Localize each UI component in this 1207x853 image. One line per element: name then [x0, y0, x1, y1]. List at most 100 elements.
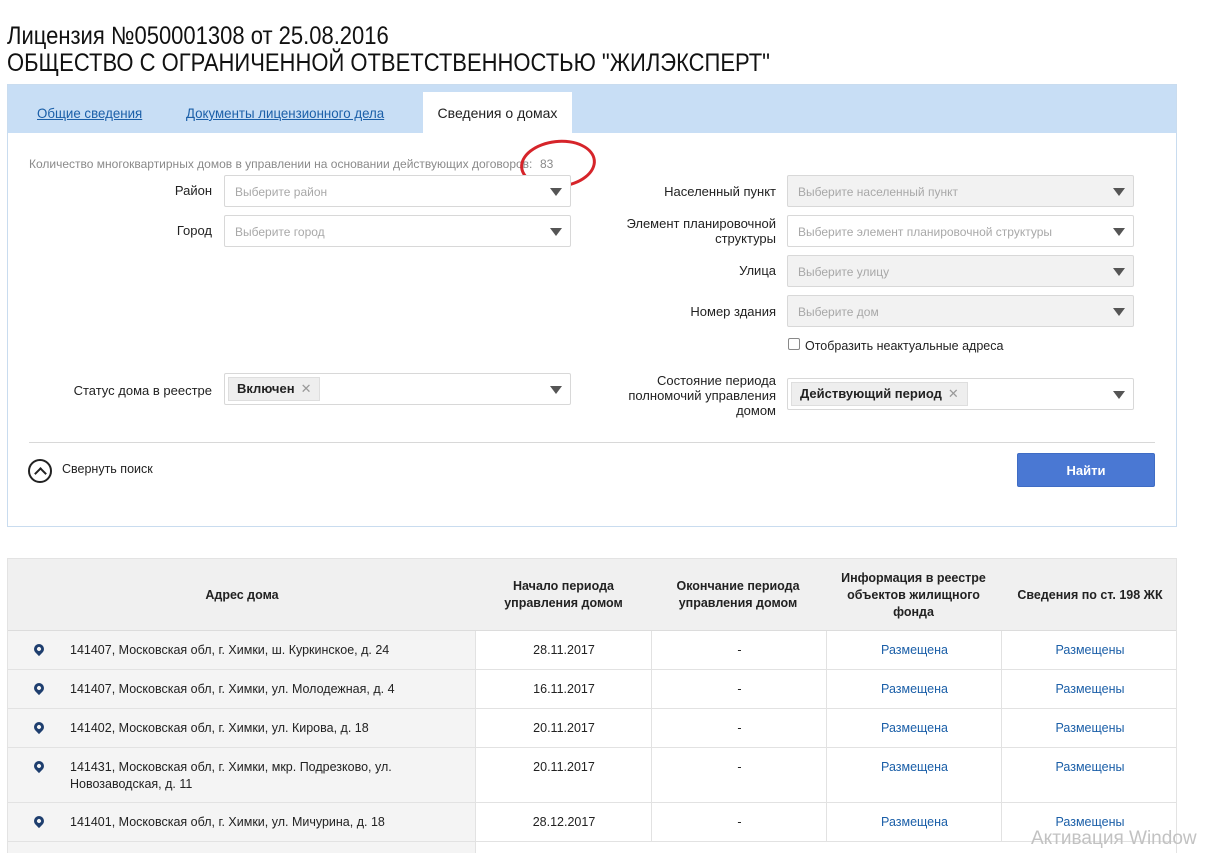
end-date: -	[737, 760, 742, 774]
chevron-down-icon	[1113, 228, 1125, 236]
end-date: -	[737, 682, 742, 696]
tab-general[interactable]: Общие сведения	[37, 105, 142, 121]
start-date: 28.12.2017	[532, 815, 596, 829]
tab-houses[interactable]: Сведения о домах	[423, 92, 572, 134]
collapse-search-link[interactable]: Свернуть поиск	[62, 462, 153, 476]
show-inactive-label: Отобразить неактуальные адреса	[805, 339, 1004, 353]
end-date: -	[737, 643, 742, 657]
search-panel: Общие сведения Документы лицензионного д…	[7, 84, 1177, 527]
show-inactive-checkbox[interactable]	[788, 338, 800, 350]
chevron-down-icon	[1113, 391, 1125, 399]
period-state-label: Состояние периода полномочий управления …	[628, 373, 776, 418]
find-button[interactable]: Найти	[1017, 453, 1155, 487]
planning-label: Элемент планировочной структуры	[626, 216, 776, 246]
period-state-tag[interactable]: Действующий период ✕	[791, 382, 968, 406]
close-icon[interactable]: ✕	[948, 386, 959, 401]
street-placeholder: Выберите улицу	[798, 265, 890, 279]
windows-activation-watermark: Активация Window	[1031, 828, 1197, 849]
period-state-tag-label: Действующий период	[800, 386, 942, 401]
building-label: Номер здания	[690, 304, 776, 319]
organization-name: ОБЩЕСТВО С ОГРАНИЧЕННОЙ ОТВЕТСТВЕННОСТЬЮ…	[7, 49, 770, 77]
end-date: -	[737, 815, 742, 829]
table-row: 141431, Московская обл, г. Химки, мкр. П…	[8, 748, 1176, 803]
street-label: Улица	[739, 263, 776, 278]
chevron-down-icon	[1113, 268, 1125, 276]
registry-link[interactable]: Размещена	[827, 814, 1002, 831]
page-title: Лицензия №050001308 от 25.08.2016 ОБЩЕСТ…	[7, 23, 770, 77]
art198-link[interactable]: Размещены	[1002, 642, 1176, 659]
tab-license-documents[interactable]: Документы лицензионного дела	[186, 105, 384, 121]
column-header-end: Окончание периода управления домом	[676, 579, 800, 610]
table-row: 141407, Московская обл, г. Химки, ул. Мо…	[8, 670, 1176, 709]
address-cell: 141407, Московская обл, г. Химки, ш. Кур…	[8, 631, 476, 669]
start-date: 20.11.2017	[533, 721, 595, 735]
art198-link[interactable]: Размещены	[1002, 720, 1176, 737]
address-text: 141407, Московская обл, г. Химки, ш. Кур…	[70, 643, 390, 657]
city-select[interactable]: Выберите город	[224, 215, 571, 247]
status-label: Статус дома в реестре	[73, 383, 212, 398]
tab-bar: Общие сведения Документы лицензионного д…	[8, 85, 1176, 134]
registry-link[interactable]: Размещена	[827, 759, 1002, 776]
map-pin-icon[interactable]	[31, 813, 47, 829]
address-cell: 141407, Московская обл, г. Химки, ул. Мо…	[8, 670, 476, 708]
table-row: 141407, Московская обл, г. Химки, ш. Кур…	[8, 631, 1176, 670]
houses-table: Адрес дома Начало периода управления дом…	[7, 558, 1177, 853]
start-date: 28.11.2017	[533, 643, 595, 657]
address-text: 141431, Московская обл, г. Химки, мкр. П…	[70, 760, 392, 791]
building-placeholder: Выберите дом	[798, 305, 879, 319]
settlement-placeholder: Выберите населенный пункт	[798, 185, 958, 199]
address-cell	[8, 842, 476, 853]
end-date: -	[737, 721, 742, 735]
status-select[interactable]: Включен ✕	[224, 373, 571, 405]
column-header-start: Начало периода управления домом	[504, 579, 623, 610]
houses-count-value: 83	[540, 157, 554, 171]
status-tag[interactable]: Включен ✕	[228, 377, 321, 401]
table-row: 141402, Московская обл, г. Химки, ул. Ки…	[8, 709, 1176, 748]
registry-link[interactable]: Размещена	[827, 720, 1002, 737]
district-label: Район	[174, 183, 212, 198]
map-pin-icon[interactable]	[31, 758, 47, 774]
map-pin-icon[interactable]	[31, 680, 47, 696]
registry-link[interactable]: Размещена	[827, 642, 1002, 659]
close-icon[interactable]: ✕	[301, 381, 312, 396]
map-pin-icon[interactable]	[31, 641, 47, 657]
status-tag-label: Включен	[237, 381, 295, 396]
map-pin-icon[interactable]	[31, 719, 47, 735]
registry-link[interactable]: Размещена	[827, 681, 1002, 698]
street-select[interactable]: Выберите улицу	[787, 255, 1134, 287]
table-header: Адрес дома Начало периода управления дом…	[8, 559, 1176, 631]
address-text: 141402, Московская обл, г. Химки, ул. Ки…	[70, 721, 369, 735]
address-text: 141407, Московская обл, г. Химки, ул. Мо…	[70, 682, 395, 696]
chevron-down-icon	[550, 386, 562, 394]
settlement-label: Населенный пункт	[664, 184, 776, 199]
divider	[29, 442, 1155, 443]
period-state-select[interactable]: Действующий период ✕	[787, 378, 1134, 410]
license-title: Лицензия №050001308 от 25.08.2016	[7, 22, 389, 50]
planning-placeholder: Выберите элемент планировочной структуры	[798, 225, 1053, 239]
chevron-up-icon[interactable]	[28, 459, 52, 483]
chevron-down-icon	[550, 228, 562, 236]
address-text: 141401, Московская обл, г. Химки, ул. Ми…	[70, 815, 385, 829]
city-placeholder: Выберите город	[235, 225, 325, 239]
planning-select[interactable]: Выберите элемент планировочной структуры	[787, 215, 1134, 247]
chevron-down-icon	[1113, 308, 1125, 316]
art198-link[interactable]: Размещены	[1002, 759, 1176, 776]
start-date: 16.11.2017	[533, 682, 595, 696]
settlement-select[interactable]: Выберите населенный пункт	[787, 175, 1134, 207]
table-row: 141401, Московская обл, г. Химки, ул. Ми…	[8, 803, 1176, 842]
city-label: Город	[176, 223, 212, 238]
houses-count-label: Количество многоквартирных домов в управ…	[29, 157, 533, 171]
address-cell: 141401, Московская обл, г. Химки, ул. Ми…	[8, 803, 476, 841]
column-header-art198: Сведения по ст. 198 ЖК	[1017, 587, 1163, 602]
chevron-down-icon	[550, 188, 562, 196]
column-header-address: Адрес дома	[205, 587, 279, 602]
building-select[interactable]: Выберите дом	[787, 295, 1134, 327]
start-date: 20.11.2017	[533, 760, 595, 774]
district-placeholder: Выберите район	[235, 185, 328, 199]
column-header-registry: Информация в реестре объектов жилищного …	[841, 570, 986, 619]
chevron-down-icon	[1113, 188, 1125, 196]
table-row	[8, 842, 1176, 853]
art198-link[interactable]: Размещены	[1002, 681, 1176, 698]
district-select[interactable]: Выберите район	[224, 175, 571, 207]
address-cell: 141431, Московская обл, г. Химки, мкр. П…	[8, 748, 476, 802]
